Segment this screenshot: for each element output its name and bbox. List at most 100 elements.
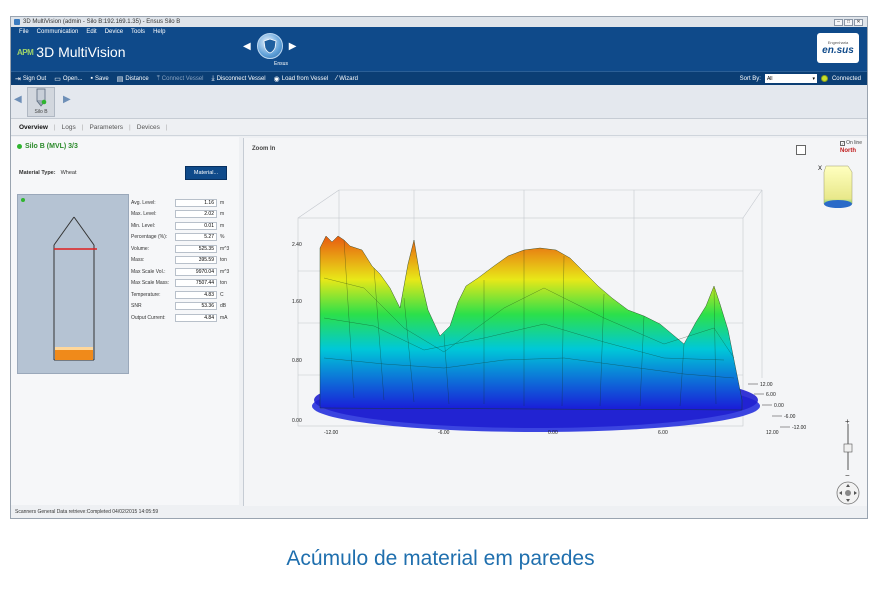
window-title: 3D MultiVision (admin - Silo B:192.169.1… xyxy=(23,19,181,25)
menu-device[interactable]: Device xyxy=(105,29,123,35)
close-button[interactable]: ✕ xyxy=(854,18,863,26)
silo-icon xyxy=(36,88,47,107)
connect-icon: ⤒ xyxy=(156,74,160,82)
y-tick: 12.00 xyxy=(760,382,773,388)
vessel-prev-icon[interactable]: ◀ xyxy=(14,94,22,105)
metric-row: Percentage (%): 5.27% xyxy=(131,233,225,242)
z-axis-labels: 2.40 1.60 0.80 0.00 xyxy=(292,242,302,424)
metric-row: Temperature: 4.83 C xyxy=(131,290,224,299)
sign-out-button[interactable]: ⇥ Sign Out xyxy=(15,75,46,83)
metric-row: Avg. Level: 1.16 m xyxy=(131,198,225,207)
tab-separator: | xyxy=(165,124,168,131)
metric-value: 4.84 xyxy=(175,313,217,322)
metric-row: Volume: 525.35 m^3 xyxy=(131,244,230,253)
z-tick: 0.80 xyxy=(292,358,302,364)
status-bar: Scanners General Data retrieve:Completed… xyxy=(15,509,159,515)
sort-by-select[interactable]: All ▾ xyxy=(764,74,817,83)
vessel-next-icon[interactable]: ▶ xyxy=(63,94,71,105)
orientation-silo: X xyxy=(818,165,853,208)
x-tick: 0.00 xyxy=(548,430,558,436)
load-from-vessel-button[interactable]: ◉ Load from Vessel xyxy=(274,75,328,83)
open-button[interactable]: ▭ Open... xyxy=(54,75,82,83)
metrics-list: Avg. Level: 1.16 m Max. Level: 2.02 m Min. L… xyxy=(131,197,235,324)
app-logo: APM 3D MultiVision xyxy=(17,44,126,60)
disconnect-vessel-button[interactable]: ⤓ Disconnect Vessel xyxy=(212,75,266,83)
tab-overview[interactable]: Overview xyxy=(19,124,48,131)
metric-value: 0.01 xyxy=(175,221,217,230)
center-nav: ◀ ▶ Ensus xyxy=(243,33,297,67)
metric-value: 395.59 xyxy=(175,256,217,265)
save-button[interactable]: ▪ Save xyxy=(91,75,109,82)
metric-row: SNR 53.36 dB xyxy=(131,302,227,311)
distance-button[interactable]: ▤ Distance xyxy=(117,75,149,83)
distance-icon: ▤ xyxy=(116,75,124,83)
metric-value: 4.83 xyxy=(175,290,217,299)
menu-tools[interactable]: Tools xyxy=(131,29,145,35)
silo-profile-drawing xyxy=(53,216,97,361)
tab-separator: | xyxy=(129,124,131,131)
shield-icon xyxy=(263,38,277,54)
metric-value: 7507.44 xyxy=(175,279,217,288)
silo-title: Silo B (MVL) 3/3 xyxy=(17,143,78,150)
disconnect-icon: ⤓ xyxy=(211,74,215,82)
metric-row: Max Scale Vol.: 9970.04 m^3 xyxy=(131,267,230,276)
minimize-button[interactable]: – xyxy=(834,18,843,26)
tab-bar: Overview | Logs | Parameters | Devices | xyxy=(19,124,168,131)
metric-value: 9970.04 xyxy=(175,267,217,276)
sign-out-icon: ⇥ xyxy=(15,75,21,83)
menu-bar: File Communication Edit Device Tools Hel… xyxy=(19,29,165,35)
tab-separator: | xyxy=(53,124,56,131)
vessel-silo-b[interactable]: Silo B xyxy=(27,87,55,117)
overview-panel: Silo B (MVL) 3/3 Material Type: Wheat Ma… xyxy=(11,137,239,505)
menu-communication[interactable]: Communication xyxy=(37,29,79,35)
app-window: 3D MultiVision (admin - Silo B:192.169.1… xyxy=(10,16,868,519)
pan-control[interactable] xyxy=(836,481,860,505)
vessel-bar: ◀ Silo B ▶ xyxy=(11,85,867,119)
ensus-site-button[interactable] xyxy=(256,33,283,59)
title-bar: 3D MultiVision (admin - Silo B:192.169.1… xyxy=(11,17,867,27)
wand-icon: ⁄ xyxy=(336,75,338,82)
status-dot-icon xyxy=(21,198,25,202)
menu-help[interactable]: Help xyxy=(153,29,165,35)
y-tick: 6.00 xyxy=(766,392,776,398)
material-button[interactable]: Material... xyxy=(185,166,227,180)
nav-next-icon[interactable]: ▶ xyxy=(289,41,297,52)
metric-value: 525.35 xyxy=(175,244,217,253)
metric-value: 2.02 xyxy=(175,210,217,219)
brand-name: en.sus xyxy=(822,45,854,56)
x-tick: 6.00 xyxy=(658,430,668,436)
metric-row: Max Scale Mass: 7507.44 ton xyxy=(131,279,227,288)
y-tick: 0.00 xyxy=(774,403,784,409)
sort-by-label: Sort By: xyxy=(739,75,761,82)
metric-value: 5.27 xyxy=(175,233,217,242)
3d-viewer[interactable]: Zoom In ✓ On line North 2.40 1.60 0.80 0… xyxy=(243,138,867,506)
slide-caption: Acúmulo de material em paredes xyxy=(286,547,595,570)
tab-devices[interactable]: Devices xyxy=(137,124,160,131)
wizard-button[interactable]: ⁄ Wizard xyxy=(336,75,358,82)
y-axis-labels: 12.00 6.00 0.00 -6.00 -12.00 xyxy=(760,382,806,431)
axis-x-marker: X xyxy=(818,166,822,172)
menu-file[interactable]: File xyxy=(19,29,29,35)
maximize-button[interactable]: □ xyxy=(844,18,853,26)
material-type-label: Material Type: xyxy=(19,170,56,176)
metric-row: Output Current: 4.84 mA xyxy=(131,313,228,322)
menu-edit[interactable]: Edit xyxy=(86,29,96,35)
nav-prev-icon[interactable]: ◀ xyxy=(243,41,251,52)
y-tick: -12.00 xyxy=(792,425,806,431)
z-tick: 1.60 xyxy=(292,299,302,305)
save-icon: ▪ xyxy=(90,75,94,82)
tab-parameters[interactable]: Parameters xyxy=(89,124,123,131)
metric-value: 1.16 xyxy=(175,198,217,207)
z-tick: 2.40 xyxy=(292,242,302,248)
silo-cross-section xyxy=(17,194,129,374)
connect-vessel-button[interactable]: ⤒ Connect Vessel xyxy=(157,75,204,83)
y-tick: -6.00 xyxy=(784,414,796,420)
zoom-slider[interactable]: + − xyxy=(843,417,853,480)
tab-logs[interactable]: Logs xyxy=(62,124,76,131)
toolbar-right: Sort By: All ▾ Connected xyxy=(740,74,867,83)
load-icon: ◉ xyxy=(273,75,280,83)
window-controls: – □ ✕ xyxy=(834,18,867,26)
surface-plot: 2.40 1.60 0.80 0.00 -12.00 -6.00 0.00 6.… xyxy=(292,165,860,505)
x-tick: -12.00 xyxy=(324,430,338,436)
metric-row: Mass: 395.59 ton xyxy=(131,256,227,265)
